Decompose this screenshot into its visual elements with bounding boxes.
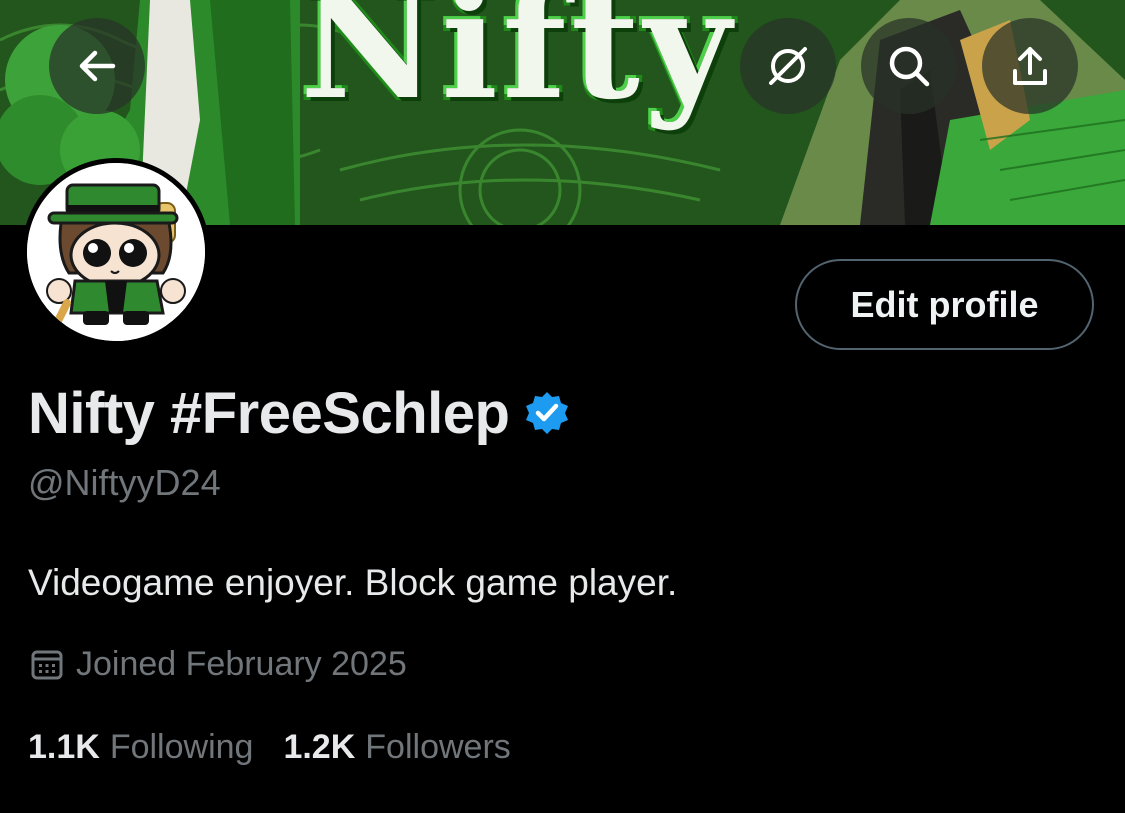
profile-avatar[interactable] <box>22 158 210 346</box>
search-button[interactable] <box>861 18 957 114</box>
grok-button[interactable] <box>740 18 836 114</box>
follow-stats: 1.1K Following 1.2K Followers <box>28 728 511 774</box>
display-name-row: Nifty #FreeSchlep <box>28 378 571 448</box>
search-icon <box>889 46 930 87</box>
edit-profile-button[interactable]: Edit profile <box>795 259 1094 350</box>
profile-bio: Videogame enjoyer. Block game player. <box>28 562 678 603</box>
following-label: Following <box>109 728 254 766</box>
arrow-left-icon <box>79 50 116 82</box>
avatar-character-image <box>27 163 205 341</box>
back-button[interactable] <box>49 18 145 114</box>
following-link[interactable]: 1.1K Following <box>28 728 253 767</box>
share-button[interactable] <box>982 18 1078 114</box>
followers-label: Followers <box>365 728 511 766</box>
followers-count: 1.2K <box>283 728 356 766</box>
joined-date-text: Joined February 2025 <box>76 644 407 683</box>
slash-circle-icon <box>769 47 807 85</box>
share-upload-icon <box>1013 47 1047 85</box>
verified-badge-icon[interactable] <box>523 389 571 437</box>
user-handle: @NiftyyD24 <box>28 462 221 503</box>
joined-date-row: Joined February 2025 <box>30 642 407 686</box>
display-name: Nifty #FreeSchlep <box>28 380 510 446</box>
followers-link[interactable]: 1.2K Followers <box>283 728 510 767</box>
calendar-icon <box>31 650 63 680</box>
following-count: 1.1K <box>28 728 100 766</box>
